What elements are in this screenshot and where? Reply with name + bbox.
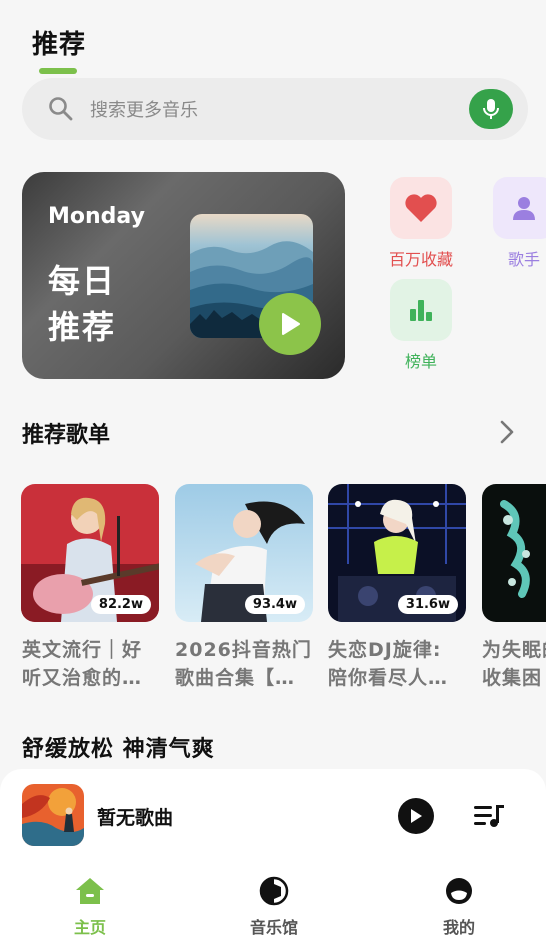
charts-tile[interactable] xyxy=(390,279,452,341)
favorites-tile[interactable] xyxy=(390,177,452,239)
music-hall-icon xyxy=(259,876,289,906)
playlist-title-line: 歌曲合集【… xyxy=(175,667,296,689)
playlist-title-line: 失恋DJ旋律: xyxy=(328,639,442,661)
player-song-title: 暂无歌曲 xyxy=(97,807,174,829)
playlist-cover-1[interactable]: 82.2w xyxy=(21,484,159,622)
shortcut-singers[interactable] xyxy=(493,177,546,239)
playlist-title-4[interactable]: 为失眠的 收集困 xyxy=(482,636,546,692)
play-count-badge: 31.6w xyxy=(397,595,458,614)
shortcut-label-singers: 歌手 xyxy=(507,250,540,269)
nav-home[interactable]: 主页 xyxy=(45,876,135,938)
playlist-title-2[interactable]: 2026抖音热门 歌曲合集【… xyxy=(175,636,325,692)
playlist-title-1[interactable]: 英文流行｜好 听又治愈的… xyxy=(22,636,172,692)
playlist-title-3[interactable]: 失恋DJ旋律: 陪你看尽人… xyxy=(328,636,478,692)
nav-label-profile: 我的 xyxy=(442,918,475,937)
shortcut-charts[interactable] xyxy=(390,279,452,341)
person-icon xyxy=(513,197,535,220)
shortcut-label-favorites: 百万收藏 xyxy=(388,250,453,269)
page-title[interactable]: 推荐 xyxy=(32,24,86,61)
playlist-title-line: 听又治愈的… xyxy=(22,667,143,689)
nav-label-music-hall: 音乐馆 xyxy=(249,918,298,937)
playlist-title-line: 英文流行｜好 xyxy=(22,639,143,661)
daily-title-line2: 推荐 xyxy=(48,308,117,346)
nav-music-hall[interactable]: 音乐馆 xyxy=(229,876,319,938)
playlist-cover-4[interactable] xyxy=(482,484,546,622)
nav-label-home: 主页 xyxy=(73,918,106,937)
shortcut-favorites[interactable] xyxy=(390,177,452,239)
play-icon xyxy=(282,313,300,335)
daily-play-button[interactable] xyxy=(259,293,321,355)
search-input[interactable] xyxy=(88,92,452,128)
search-icon xyxy=(49,97,73,121)
mic-button[interactable] xyxy=(469,89,513,129)
heart-icon xyxy=(405,194,437,222)
nav-profile[interactable]: 我的 xyxy=(414,876,504,938)
playlist-queue-icon[interactable] xyxy=(472,802,506,830)
chevron-right-icon[interactable] xyxy=(496,419,518,445)
playlist-cover-2[interactable]: 93.4w xyxy=(175,484,313,622)
singers-tile[interactable] xyxy=(493,177,546,239)
daily-recommend-card[interactable]: Monday 每日 推荐 xyxy=(22,172,345,379)
play-icon xyxy=(411,809,422,823)
playlist-title-line: 收集困 xyxy=(482,667,543,689)
play-count-badge: 93.4w xyxy=(244,595,305,614)
daily-weekday: Monday xyxy=(48,204,145,229)
shortcut-label-charts: 榜单 xyxy=(404,352,437,371)
player-cover-image[interactable] xyxy=(22,784,84,846)
playlist-image-4 xyxy=(482,484,546,622)
profile-icon xyxy=(446,878,472,904)
section-title-recommended: 推荐歌单 xyxy=(22,423,111,448)
playlist-cover-3[interactable]: 31.6w xyxy=(328,484,466,622)
daily-title-line1: 每日 xyxy=(48,262,117,300)
playlist-title-line: 为失眠的 xyxy=(482,639,546,661)
home-icon xyxy=(76,878,104,904)
playlist-title-line: 2026抖音热门 xyxy=(175,639,312,661)
player-play-button[interactable] xyxy=(398,798,434,834)
playlist-title-line: 陪你看尽人… xyxy=(328,667,449,689)
section-title-relax: 舒缓放松 神清气爽 xyxy=(22,737,215,762)
chart-bars-icon xyxy=(410,300,432,321)
play-count-badge: 82.2w xyxy=(90,595,151,614)
mic-icon xyxy=(483,99,499,119)
tab-indicator xyxy=(39,68,77,74)
